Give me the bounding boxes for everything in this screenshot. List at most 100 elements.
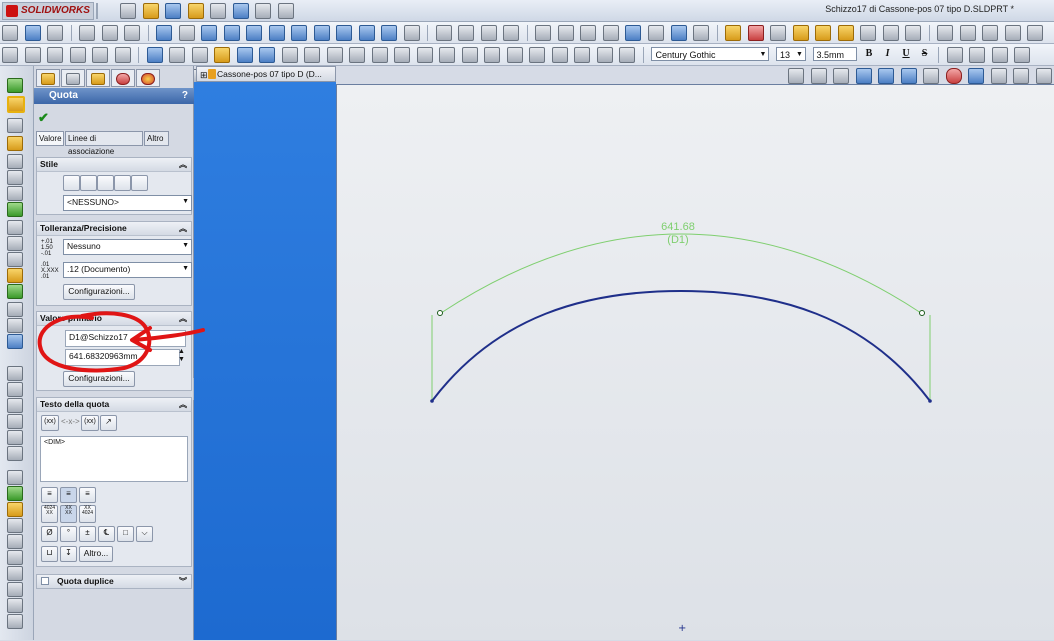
toolbar-icon[interactable] [381, 25, 398, 41]
select-icon[interactable] [255, 3, 272, 19]
toolbar-icon[interactable] [268, 25, 285, 41]
checkmark-icon[interactable]: ✔ [38, 110, 49, 126]
zoom-icon[interactable] [480, 25, 497, 41]
dimension-text-area[interactable]: <DIM> [40, 436, 188, 482]
toolbar-icon[interactable] [725, 25, 742, 41]
toolbar-icon[interactable] [882, 25, 899, 41]
sketch-tool-icon[interactable] [7, 598, 23, 613]
toolbar-icon[interactable] [2, 47, 18, 63]
toolbar-icon[interactable] [156, 25, 173, 41]
save-icon[interactable] [165, 3, 182, 19]
view-icon[interactable] [693, 25, 710, 41]
sketch-tool-icon[interactable] [7, 566, 23, 581]
toolbar-icon[interactable] [69, 47, 86, 63]
toolbar-icon[interactable] [336, 25, 353, 41]
dimension-name-field[interactable]: D1@Schizzo17 [65, 330, 186, 347]
spell-check-icon[interactable] [214, 47, 231, 63]
solidworks-logo[interactable]: SOLIDWORKS [2, 2, 94, 20]
group-header[interactable]: Stile ︽ [37, 158, 191, 172]
sketch-tool-icon[interactable] [7, 502, 23, 517]
align-right-icon[interactable]: ≡ [79, 487, 96, 503]
toolbar-icon[interactable] [461, 47, 478, 63]
sketch-tool-icon[interactable] [7, 398, 23, 413]
sketch-tool-icon[interactable] [7, 236, 23, 251]
previous-view-icon[interactable] [833, 68, 850, 84]
centerline-symbol-icon[interactable]: ℄ [98, 526, 115, 542]
property-manager-tab[interactable] [61, 69, 85, 87]
underline-button[interactable]: U [899, 47, 913, 61]
toolbar-icon[interactable] [24, 47, 41, 63]
sketch-tool-icon[interactable] [7, 518, 23, 533]
sketch-tool-icon[interactable] [7, 550, 23, 565]
bold-button[interactable]: B [862, 47, 876, 61]
toolbar-icon[interactable] [792, 25, 809, 41]
sketch-tool-icon[interactable] [7, 446, 23, 461]
toolbar-icon[interactable] [596, 47, 613, 63]
toolbar-icon[interactable] [416, 47, 433, 63]
value-spinner[interactable]: ▲ ▼ [178, 348, 185, 364]
dual-format-icon[interactable]: XX XX [60, 505, 77, 523]
toolbar-icon[interactable] [837, 25, 854, 41]
italic-button[interactable]: I [881, 47, 895, 61]
degree-symbol-icon[interactable]: ° [60, 526, 77, 542]
sketch-arc[interactable] [431, 289, 931, 402]
align-left-icon[interactable] [946, 47, 963, 63]
balloon-icon[interactable] [281, 47, 298, 63]
depth-symbol-icon[interactable]: ↧ [60, 546, 77, 562]
scene-icon[interactable] [968, 68, 985, 84]
sketch-tool-icon[interactable] [7, 154, 23, 169]
toolbar-icon[interactable] [246, 25, 263, 41]
window-icon[interactable] [1013, 68, 1030, 84]
new-icon[interactable] [120, 3, 136, 19]
inspection-button[interactable]: (xx) [81, 415, 99, 431]
display-style-icon[interactable] [900, 68, 917, 84]
toolbar-icon[interactable] [439, 47, 456, 63]
sketch-tool-icon[interactable] [7, 366, 23, 381]
sketch-tool-icon[interactable] [7, 302, 23, 317]
style-apply-icon[interactable] [63, 175, 80, 191]
toolbar-icon[interactable] [574, 47, 591, 63]
dual-format-icon[interactable]: XX 4024 [79, 505, 96, 523]
toolbar-icon[interactable] [178, 25, 195, 41]
options-icon[interactable] [277, 3, 294, 19]
toolbar-icon[interactable] [815, 25, 832, 41]
plus-minus-icon[interactable]: ± [79, 526, 96, 542]
toolbar-icon[interactable] [959, 25, 976, 41]
note-icon[interactable] [259, 47, 276, 63]
help-icon[interactable]: ? [182, 88, 188, 104]
toolbar-icon[interactable] [169, 47, 186, 63]
toolbar-icon[interactable] [1004, 25, 1021, 41]
sketch-tool-icon[interactable] [7, 582, 23, 597]
sketch-tool-icon[interactable] [7, 414, 23, 429]
toolbar-icon[interactable] [191, 47, 208, 63]
sketch-tool-icon[interactable] [7, 252, 23, 267]
window-icon[interactable] [1036, 68, 1052, 84]
primary-configurations-button[interactable]: Configurazioni... [63, 371, 135, 387]
sketch-tool-icon[interactable] [7, 470, 23, 485]
toolbar-icon[interactable] [304, 47, 321, 63]
zoom-icon[interactable] [458, 25, 475, 41]
toolbar-icon[interactable] [619, 47, 636, 63]
text-height-field[interactable]: 3.5mm [812, 47, 857, 61]
offset-text-icon[interactable]: ↗ [100, 415, 117, 431]
configuration-manager-tab[interactable] [86, 69, 110, 87]
sketch-tool-icon[interactable] [7, 534, 23, 549]
sketch-tool-icon[interactable] [7, 614, 23, 629]
toolbar-icon[interactable] [982, 25, 999, 41]
dual-format-icon[interactable]: 4024 XX [41, 505, 58, 523]
format-painter-icon[interactable] [236, 47, 253, 63]
group-header[interactable]: Quota duplice ︾ [37, 575, 191, 588]
group-header[interactable]: Valore primario ︽ [37, 312, 191, 326]
toolbar-icon[interactable] [201, 25, 218, 41]
sketch-tool-icon[interactable] [7, 268, 23, 283]
undo-icon[interactable] [232, 3, 249, 19]
font-select[interactable]: Century Gothic ▼ [651, 47, 770, 61]
toolbar-icon[interactable] [770, 25, 787, 41]
toolbar-icon[interactable] [2, 25, 18, 41]
toolbar-icon[interactable] [371, 47, 388, 63]
toolbar-icon[interactable] [349, 47, 366, 63]
appearance-icon[interactable] [945, 68, 962, 84]
arc-endpoint-right[interactable] [928, 399, 932, 403]
toolbar-icon[interactable] [47, 25, 64, 41]
toolbar-icon[interactable] [394, 47, 411, 63]
